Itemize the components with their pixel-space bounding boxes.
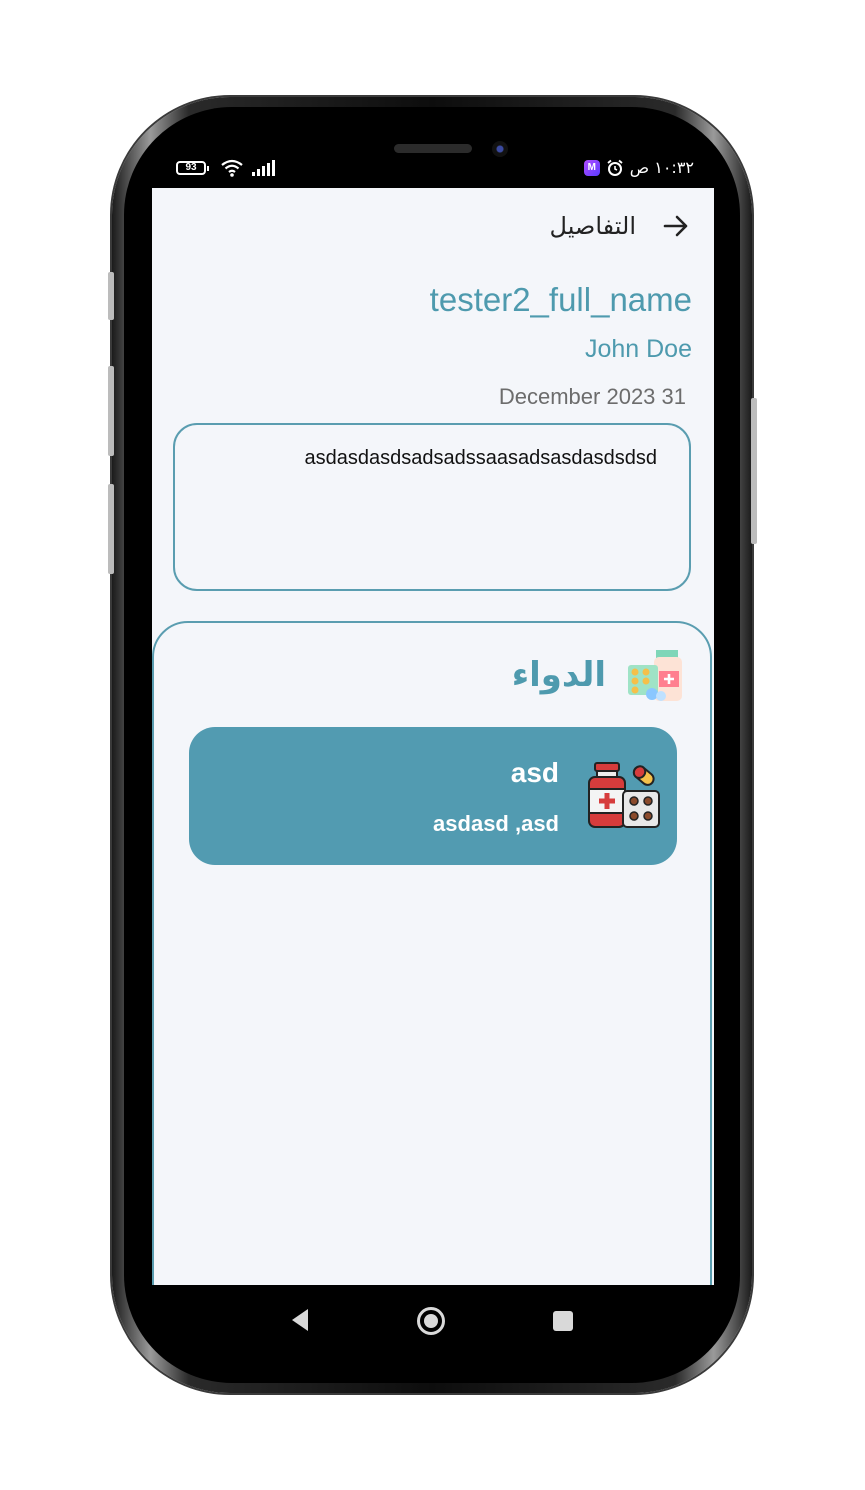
nav-recents-icon[interactable] bbox=[552, 1310, 574, 1332]
signal-icon bbox=[252, 160, 275, 176]
nav-home-icon[interactable] bbox=[416, 1306, 446, 1336]
medicine-card[interactable]: asd asdasd ,asd bbox=[189, 727, 677, 865]
medicine-section: الدواء asd asdasd ,asd bbox=[152, 621, 712, 1285]
power-button bbox=[751, 398, 757, 544]
status-time: ١٠:٣٢ ص bbox=[629, 158, 694, 177]
pill-bottle-icon bbox=[588, 762, 660, 828]
volume-up-button bbox=[108, 366, 114, 456]
wifi-icon bbox=[221, 159, 243, 177]
status-bar: 93 M ١٠:٣٢ ص bbox=[152, 150, 714, 188]
volume-down-button bbox=[108, 484, 114, 574]
patient-full-name: tester2_full_name bbox=[429, 281, 692, 318]
medicines-icon bbox=[628, 650, 682, 701]
doctor-name: John Doe bbox=[584, 335, 692, 363]
system-nav-bar bbox=[152, 1287, 714, 1357]
prescription-date: December 2023 31 bbox=[498, 384, 686, 409]
app-screen: التفاصيل tester2_full_name John Doe Dece… bbox=[152, 188, 714, 1285]
back-arrow-icon[interactable] bbox=[662, 212, 690, 240]
app-header: التفاصيل bbox=[550, 212, 690, 240]
notes-box: asdasdasdsadsadssaasadsasdasdsdsd bbox=[173, 423, 691, 591]
nav-back-icon[interactable] bbox=[288, 1307, 312, 1333]
status-right-cluster: M ١٠:٣٢ ص bbox=[583, 158, 694, 177]
mute-switch bbox=[108, 272, 114, 320]
alarm-icon bbox=[607, 159, 623, 176]
medicine-name: asd bbox=[510, 757, 559, 788]
medicine-section-header: الدواء bbox=[512, 647, 686, 703]
medicine-section-title: الدواء bbox=[511, 655, 606, 695]
notes-text: asdasdasdsadsadssaasadsasdasdsdsd bbox=[304, 447, 657, 469]
page-title: التفاصيل bbox=[549, 212, 636, 240]
app-notification-icon: M bbox=[583, 159, 600, 176]
medicine-detail: asdasd ,asd bbox=[433, 811, 559, 836]
battery-icon: 93 bbox=[176, 161, 209, 175]
